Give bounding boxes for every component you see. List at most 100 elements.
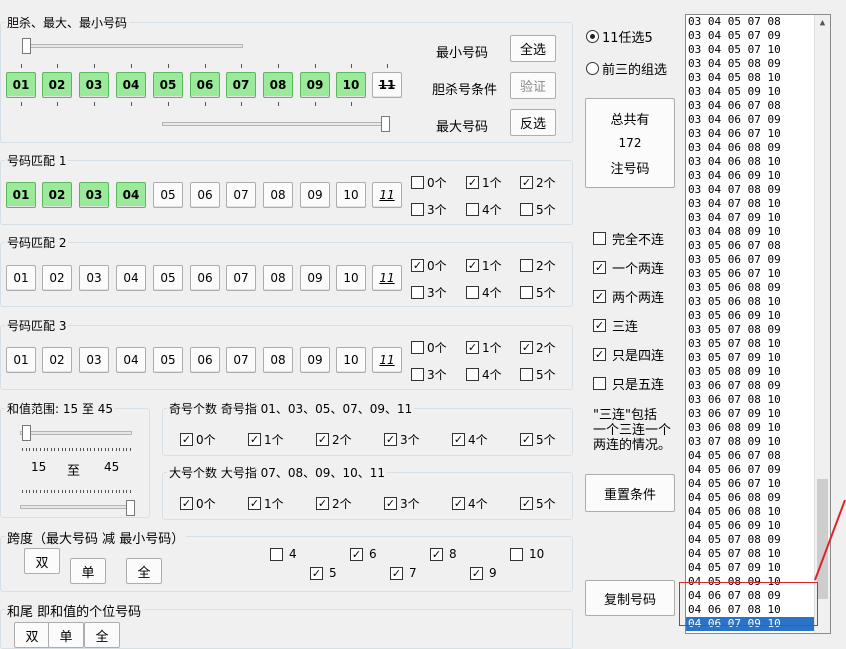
total-count-button[interactable]: 总共有 172 注号码 [585,98,675,188]
list-item[interactable]: 03 04 05 07 10 [686,43,830,57]
mode-front3-group-radio[interactable]: 前三的组选 [586,59,667,78]
big-count-5-checkbox[interactable]: ✓ 5个 [520,495,556,512]
list-item[interactable]: 03 04 05 08 10 [686,71,830,85]
consecutive-option-4-checkbox[interactable]: ✓ 三连 [593,316,638,335]
match1-number-10-button[interactable]: 10 [336,182,366,208]
span-even-button[interactable]: 双 [24,548,60,574]
list-item[interactable]: 03 05 07 08 10 [686,337,830,351]
list-item[interactable]: 04 05 06 07 08 [686,449,830,463]
match1-number-1-button[interactable]: 01 [6,182,36,208]
list-item[interactable]: 04 05 07 08 09 [686,533,830,547]
mode-11-choose-5-radio[interactable]: 11任选5 [586,27,653,46]
match3-count-3-checkbox[interactable]: 3个 [411,366,447,383]
match1-number-8-button[interactable]: 08 [263,182,293,208]
span-10-checkbox[interactable]: 10 [510,547,544,561]
list-item[interactable]: 04 05 06 07 10 [686,477,830,491]
list-item[interactable]: 03 04 06 08 10 [686,155,830,169]
max-slider-thumb[interactable] [381,116,390,132]
match3-count-1-checkbox[interactable]: ✓ 1个 [466,339,502,356]
match1-count-3-checkbox[interactable]: 3个 [411,201,447,218]
match2-count-3-checkbox[interactable]: 3个 [411,284,447,301]
match1-number-3-button[interactable]: 03 [79,182,109,208]
match1-count-5-checkbox[interactable]: 5个 [520,201,556,218]
list-item[interactable]: 04 05 06 08 09 [686,491,830,505]
span-7-checkbox[interactable]: ✓ 7 [390,566,417,580]
kill-number-4-button[interactable]: 04 [116,72,146,98]
match3-number-2-button[interactable]: 02 [42,347,72,373]
sum-max-slider-track[interactable] [20,505,132,509]
odd-count-0-checkbox[interactable]: ✓ 0个 [180,431,216,448]
match2-number-3-button[interactable]: 03 [79,265,109,291]
list-item[interactable]: 04 05 07 09 10 [686,561,830,575]
list-item[interactable]: 03 06 07 08 09 [686,379,830,393]
match2-count-2-checkbox[interactable]: 2个 [520,257,556,274]
span-8-checkbox[interactable]: ✓ 8 [430,547,457,561]
match1-number-5-button[interactable]: 05 [153,182,183,208]
odd-count-5-checkbox[interactable]: ✓ 5个 [520,431,556,448]
sum-min-slider-track[interactable] [20,431,132,435]
verify-button[interactable]: 验证 [510,72,556,99]
list-item[interactable]: 03 05 06 07 10 [686,267,830,281]
match2-number-10-button[interactable]: 10 [336,265,366,291]
list-item[interactable]: 03 04 08 09 10 [686,225,830,239]
kill-number-2-button[interactable]: 02 [42,72,72,98]
match3-number-7-button[interactable]: 07 [226,347,256,373]
list-item[interactable]: 03 04 06 07 08 [686,99,830,113]
span-all-button[interactable]: 全 [126,558,162,584]
match2-number-11-button[interactable]: 11 [372,265,402,291]
span-5-checkbox[interactable]: ✓ 5 [310,566,337,580]
copy-numbers-button[interactable]: 复制号码 [585,580,675,616]
list-item[interactable]: 03 04 06 07 09 [686,113,830,127]
invert-button[interactable]: 反选 [510,109,556,136]
list-item[interactable]: 03 04 05 09 10 [686,85,830,99]
match1-count-4-checkbox[interactable]: 4个 [466,201,502,218]
reset-conditions-button[interactable]: 重置条件 [585,474,675,512]
kill-number-7-button[interactable]: 07 [226,72,256,98]
kill-number-8-button[interactable]: 08 [263,72,293,98]
match3-number-4-button[interactable]: 04 [116,347,146,373]
match2-count-5-checkbox[interactable]: 5个 [520,284,556,301]
consecutive-option-6-checkbox[interactable]: 只是五连 [593,374,664,393]
match1-number-4-button[interactable]: 04 [116,182,146,208]
match1-count-0-checkbox[interactable]: 0个 [411,174,447,191]
span-4-checkbox[interactable]: 4 [270,547,297,561]
match1-number-6-button[interactable]: 06 [190,182,220,208]
list-item[interactable]: 03 05 07 09 10 [686,351,830,365]
match3-number-6-button[interactable]: 06 [190,347,220,373]
list-item[interactable]: 04 05 07 08 10 [686,547,830,561]
match3-count-2-checkbox[interactable]: ✓ 2个 [520,339,556,356]
list-item[interactable]: 03 05 06 09 10 [686,309,830,323]
list-item[interactable]: 03 04 07 08 09 [686,183,830,197]
odd-count-1-checkbox[interactable]: ✓ 1个 [248,431,284,448]
consecutive-option-2-checkbox[interactable]: ✓ 一个两连 [593,258,664,277]
list-item[interactable]: 03 05 06 07 08 [686,239,830,253]
match1-number-7-button[interactable]: 07 [226,182,256,208]
span-6-checkbox[interactable]: ✓ 6 [350,547,377,561]
list-item[interactable]: 04 05 06 07 09 [686,463,830,477]
match2-number-6-button[interactable]: 06 [190,265,220,291]
consecutive-option-1-checkbox[interactable]: 完全不连 [593,229,664,248]
match2-number-2-button[interactable]: 02 [42,265,72,291]
match2-number-7-button[interactable]: 07 [226,265,256,291]
sum-min-slider-thumb[interactable] [22,425,31,441]
list-item[interactable]: 03 04 07 09 10 [686,211,830,225]
kill-number-5-button[interactable]: 05 [153,72,183,98]
scroll-up-arrow-icon[interactable]: ▲ [815,15,830,31]
list-item[interactable]: 03 05 08 09 10 [686,365,830,379]
kill-number-3-button[interactable]: 03 [79,72,109,98]
span-9-checkbox[interactable]: ✓ 9 [470,566,497,580]
match1-number-2-button[interactable]: 02 [42,182,72,208]
match3-number-8-button[interactable]: 08 [263,347,293,373]
big-count-3-checkbox[interactable]: ✓ 3个 [384,495,420,512]
match2-count-1-checkbox[interactable]: ✓ 1个 [466,257,502,274]
number-listbox[interactable]: 03 04 05 07 08 03 04 05 07 09 03 04 05 07 … [685,14,831,634]
select-all-button[interactable]: 全选 [510,35,556,62]
big-count-1-checkbox[interactable]: ✓ 1个 [248,495,284,512]
match2-number-1-button[interactable]: 01 [6,265,36,291]
sum-max-slider-thumb[interactable] [126,500,135,516]
kill-number-10-button[interactable]: 10 [336,72,366,98]
min-slider-track[interactable] [27,44,243,48]
match3-count-5-checkbox[interactable]: 5个 [520,366,556,383]
list-item[interactable]: 03 06 07 09 10 [686,407,830,421]
odd-count-3-checkbox[interactable]: ✓ 3个 [384,431,420,448]
